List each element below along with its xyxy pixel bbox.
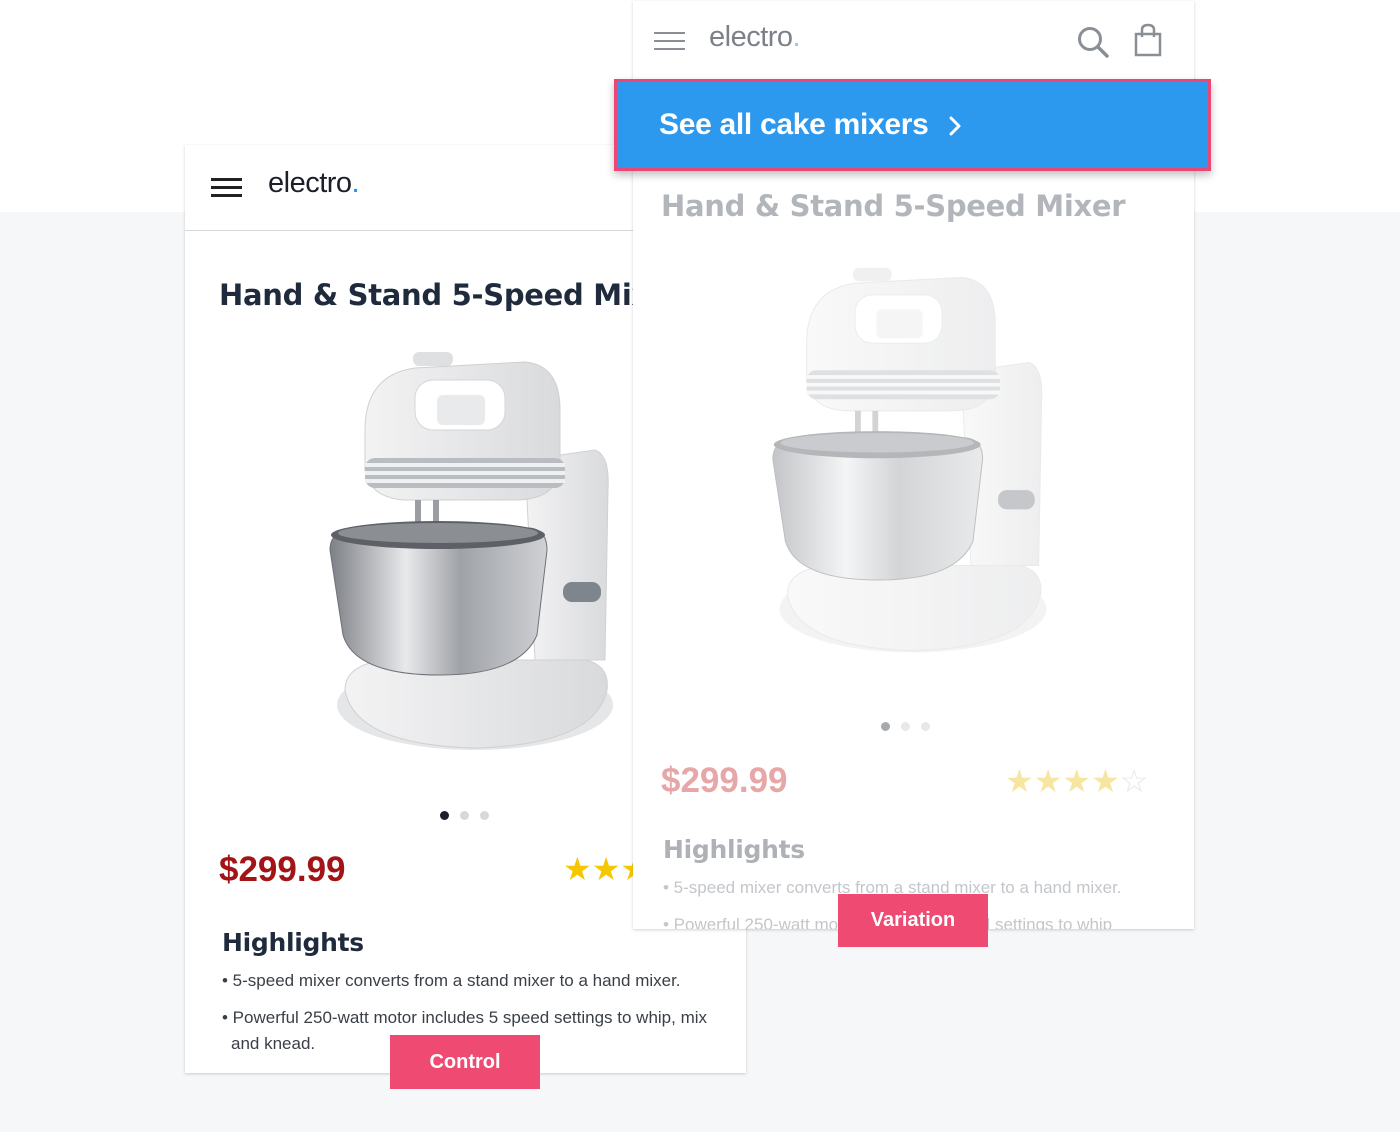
highlights-title: Highlights	[663, 835, 805, 864]
image-carousel-dots[interactable]	[440, 811, 489, 820]
variation-tag: Variation	[838, 894, 988, 947]
empty-star: ☆	[1119, 763, 1149, 799]
highlight-item: • 5-speed mixer converts from a stand mi…	[222, 971, 681, 990]
see-all-cake-mixers-button[interactable]: See all cake mixers	[614, 79, 1211, 171]
control-tag: Control	[390, 1035, 540, 1089]
star-rating[interactable]: ★★★★☆	[1005, 765, 1148, 797]
carousel-dot-1[interactable]	[881, 722, 890, 731]
hamburger-menu-icon[interactable]	[654, 32, 685, 51]
brand-logo[interactable]: electro.	[709, 21, 801, 54]
product-title: Hand & Stand 5-Speed Mixer	[661, 189, 1126, 223]
carousel-dot-2[interactable]	[460, 811, 469, 820]
product-price: $299.99	[219, 850, 346, 889]
carousel-dot-2[interactable]	[901, 722, 910, 731]
variation-header: electro.	[633, 1, 1194, 77]
search-icon[interactable]	[1076, 25, 1110, 59]
cta-label: See all cake mixers	[659, 108, 929, 141]
product-image-stand-mixer[interactable]	[768, 259, 1058, 669]
product-image-stand-mixer[interactable]	[325, 350, 625, 760]
filled-stars: ★★★★	[1005, 763, 1120, 799]
chevron-right-icon	[949, 116, 961, 136]
highlights-title: Highlights	[222, 928, 364, 957]
carousel-dot-3[interactable]	[921, 722, 930, 731]
product-title: Hand & Stand 5-Speed Mixer	[219, 278, 684, 312]
hamburger-menu-icon[interactable]	[211, 178, 242, 197]
shopping-bag-icon[interactable]	[1133, 23, 1163, 57]
product-price: $299.99	[661, 761, 788, 800]
image-carousel-dots[interactable]	[881, 722, 930, 731]
carousel-dot-3[interactable]	[480, 811, 489, 820]
brand-logo[interactable]: electro.	[268, 167, 360, 200]
carousel-dot-1[interactable]	[440, 811, 449, 820]
